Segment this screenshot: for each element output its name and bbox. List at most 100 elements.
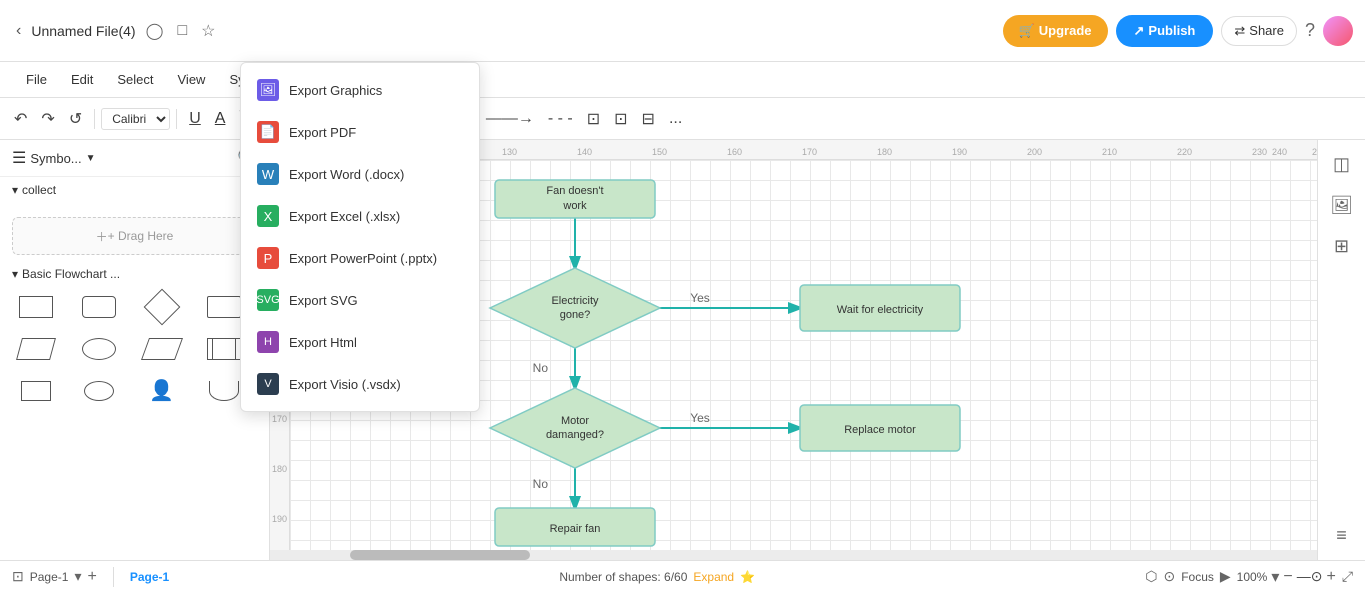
menu-select[interactable]: Select bbox=[107, 68, 163, 91]
right-panel: ◫ 🖼 ⊞ ≡ bbox=[1317, 140, 1365, 560]
font-select[interactable]: Calibri bbox=[101, 108, 170, 130]
svg-text:Yes: Yes bbox=[690, 291, 710, 305]
shape-io[interactable] bbox=[138, 331, 186, 367]
flowchart-chevron-icon: ▾ bbox=[12, 267, 18, 281]
line-pattern-button[interactable]: - - - bbox=[542, 106, 579, 132]
zoom-in-button[interactable]: + bbox=[1326, 568, 1335, 586]
font-color-button[interactable]: A bbox=[209, 106, 232, 132]
ruler-mark-190: 190 bbox=[950, 147, 969, 159]
ruler-mark-220: 220 bbox=[1175, 147, 1194, 159]
main-layout: ☰ Symbo... ▼ 🔍 ▾ collect ＋ + Drag Here ▾… bbox=[0, 140, 1365, 560]
ruler-mark-140: 140 bbox=[575, 147, 594, 159]
shape-small-2[interactable] bbox=[75, 373, 123, 409]
undo-button[interactable]: ↶ bbox=[8, 105, 33, 133]
shape-rectangle[interactable] bbox=[12, 289, 60, 325]
shape-rounded-rect[interactable] bbox=[75, 289, 123, 325]
export-excel-label: Export Excel (.xlsx) bbox=[289, 209, 400, 224]
export-pdf-item[interactable]: 📄 Export PDF bbox=[241, 111, 479, 153]
shape-parallelogram[interactable] bbox=[12, 331, 60, 367]
publish-send-icon: ↗ bbox=[1134, 23, 1145, 39]
help-button[interactable]: ? bbox=[1305, 20, 1315, 41]
top-bar-right: 🛒 Upgrade ↗ Publish ⇄ Share ? bbox=[1003, 15, 1353, 47]
export-html-item[interactable]: H Export Html bbox=[241, 321, 479, 363]
save-icon-button[interactable]: ◯ bbox=[142, 17, 168, 45]
right-panel-expand-button[interactable]: ≡ bbox=[1330, 519, 1353, 552]
export-pdf-label: Export PDF bbox=[289, 125, 356, 140]
shape-diamond[interactable] bbox=[138, 289, 186, 325]
file-title: Unnamed File(4) bbox=[31, 23, 135, 39]
ruler-mark-240: 240 bbox=[1270, 147, 1289, 159]
menu-edit[interactable]: Edit bbox=[61, 68, 103, 91]
distribute-button[interactable]: ⊟ bbox=[636, 105, 661, 133]
svg-text:damanged?: damanged? bbox=[546, 429, 604, 441]
zoom-level: 100% bbox=[1237, 570, 1268, 584]
avatar-button[interactable] bbox=[1323, 16, 1353, 46]
export-excel-icon: X bbox=[257, 205, 279, 227]
page-layout-button[interactable]: ⊡ bbox=[12, 568, 24, 585]
export-graphics-item[interactable]: 🖼 Export Graphics bbox=[241, 69, 479, 111]
back-nav-button[interactable]: ‹ bbox=[12, 18, 25, 44]
layers-button[interactable]: ⬡ bbox=[1145, 568, 1157, 585]
toolbar-separator-2 bbox=[176, 109, 177, 129]
export-word-item[interactable]: W Export Word (.docx) bbox=[241, 153, 479, 195]
export-visio-item[interactable]: V Export Visio (.vsdx) bbox=[241, 363, 479, 405]
right-panel-image-button[interactable]: 🖼 bbox=[1324, 189, 1359, 222]
scrollbar-horizontal[interactable] bbox=[270, 550, 1317, 560]
shape-ellipse[interactable] bbox=[75, 331, 123, 367]
svg-text:Motor: Motor bbox=[561, 415, 589, 427]
menu-file[interactable]: File bbox=[16, 68, 57, 91]
export-pptx-item[interactable]: P Export PowerPoint (.pptx) bbox=[241, 237, 479, 279]
reset-button[interactable]: ↺ bbox=[63, 105, 88, 133]
toolbar: ↶ ↷ ↺ Calibri U A T+ ≡ ⇄ T ◇ ✎ ⌐ ——— ——→… bbox=[0, 98, 1365, 140]
ruler-mark-250: 250 bbox=[1310, 147, 1317, 159]
publish-button[interactable]: ↗ Publish bbox=[1116, 15, 1214, 47]
drag-here-area[interactable]: ＋ + Drag Here bbox=[12, 217, 257, 255]
shape-small-1[interactable] bbox=[12, 373, 60, 409]
scrollbar-thumb[interactable] bbox=[350, 550, 530, 560]
ruler-mark-200: 200 bbox=[1025, 147, 1044, 159]
shape-person[interactable]: 👤 bbox=[138, 373, 186, 409]
right-panel-grid-button[interactable]: ⊞ bbox=[1328, 230, 1355, 263]
export-excel-item[interactable]: X Export Excel (.xlsx) bbox=[241, 195, 479, 237]
ruler-mark-210: 210 bbox=[1100, 147, 1119, 159]
basic-flowchart-toggle[interactable]: ▾ Basic Flowchart ... bbox=[12, 267, 257, 281]
upgrade-button[interactable]: 🛒 Upgrade bbox=[1003, 15, 1108, 47]
svg-text:No: No bbox=[533, 361, 549, 375]
underline-button[interactable]: U bbox=[183, 106, 207, 132]
align-right-button[interactable]: ⊡ bbox=[608, 105, 633, 133]
align-left-button[interactable]: ⊡ bbox=[581, 105, 606, 133]
sidebar-chevron-icon: ▼ bbox=[86, 153, 96, 164]
more-tools-button[interactable]: ... bbox=[663, 106, 688, 132]
zoom-out-button[interactable]: − bbox=[1283, 568, 1292, 586]
export-svg-item[interactable]: SVG Export SVG bbox=[241, 279, 479, 321]
export-svg-icon: SVG bbox=[257, 289, 279, 311]
page-tab-1[interactable]: Page-1 bbox=[130, 570, 169, 584]
page-dropdown-button[interactable]: ▾ bbox=[74, 568, 81, 585]
ruler-mark-180: 180 bbox=[875, 147, 894, 159]
expand-star-icon: ⭐ bbox=[740, 570, 755, 584]
share-file-icon-button[interactable]: □ bbox=[174, 18, 192, 44]
collect-chevron-icon: ▾ bbox=[12, 183, 18, 197]
zoom-dropdown-button[interactable]: ▾ bbox=[1271, 567, 1279, 587]
svg-text:Yes: Yes bbox=[690, 411, 710, 425]
fullscreen-button[interactable]: ⤢ bbox=[1342, 568, 1353, 585]
expand-link[interactable]: Expand bbox=[693, 570, 734, 584]
export-visio-icon: V bbox=[257, 373, 279, 395]
page-add-button[interactable]: + bbox=[87, 568, 96, 586]
sidebar: ☰ Symbo... ▼ 🔍 ▾ collect ＋ + Drag Here ▾… bbox=[0, 140, 270, 560]
star-icon-button[interactable]: ☆ bbox=[197, 17, 219, 45]
collect-toggle[interactable]: ▾ collect bbox=[12, 183, 257, 197]
zoom-slider[interactable]: —⊙ bbox=[1297, 568, 1323, 585]
status-left: ⊡ Page-1 ▾ + bbox=[12, 568, 97, 586]
redo-button[interactable]: ↷ bbox=[35, 105, 60, 133]
right-panel-format-button[interactable]: ◫ bbox=[1327, 148, 1356, 181]
play-button[interactable]: ▶ bbox=[1220, 568, 1231, 585]
export-visio-label: Export Visio (.vsdx) bbox=[289, 377, 401, 392]
sidebar-header: ☰ Symbo... ▼ 🔍 bbox=[0, 140, 269, 177]
sidebar-title-button[interactable]: ☰ Symbo... ▼ bbox=[12, 148, 96, 168]
focus-mode-button[interactable]: ⊙ bbox=[1163, 568, 1175, 585]
share-button[interactable]: ⇄ Share bbox=[1221, 16, 1297, 46]
zoom-area: 100% ▾ − —⊙ + bbox=[1237, 567, 1336, 587]
arrow-style-button[interactable]: ——→ bbox=[480, 106, 540, 132]
menu-view[interactable]: View bbox=[168, 68, 216, 91]
